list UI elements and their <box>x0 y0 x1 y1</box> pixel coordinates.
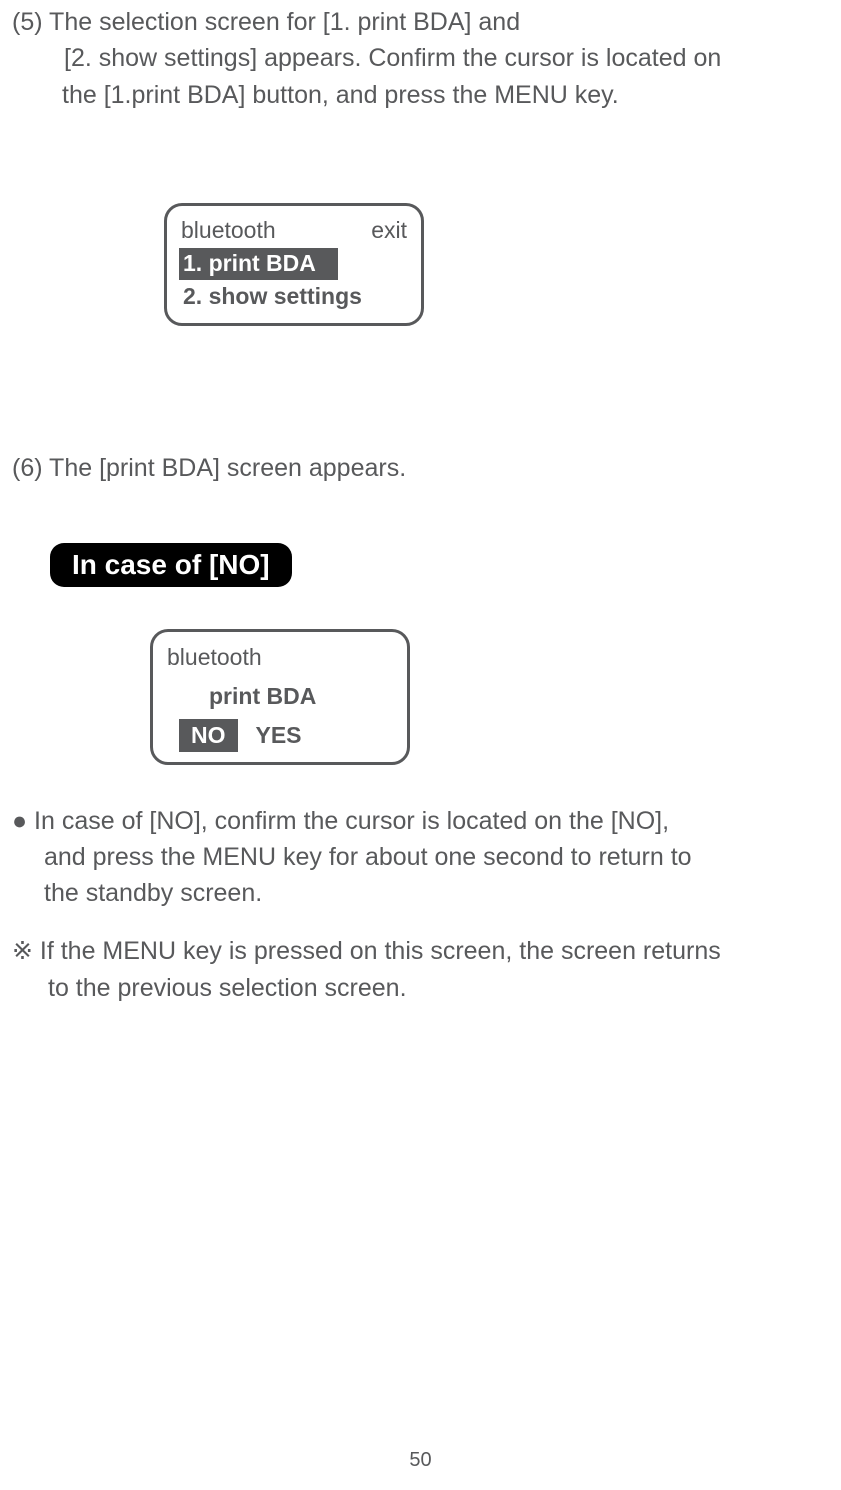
screen2-print-bda: print BDA <box>167 681 393 712</box>
bluetooth-selection-screen: bluetooth exit 1. print BDA 2. show sett… <box>164 203 424 327</box>
screen1-header: bluetooth exit <box>181 216 407 246</box>
step5-line1: (5) The selection screen for [1. print B… <box>12 4 829 40</box>
no-button-selected: NO <box>179 719 238 752</box>
bullet-paragraph: ● In case of [NO], confirm the cursor is… <box>12 803 829 912</box>
print-bda-screen: bluetooth print BDA NO YES <box>150 629 410 764</box>
step6-text: (6) The [print BDA] screen appears. <box>12 454 406 482</box>
step-5-paragraph: (5) The selection screen for [1. print B… <box>12 4 829 113</box>
bullet-line2: and press the MENU key for about one sec… <box>12 839 829 875</box>
in-case-of-no-label: In case of [NO] <box>50 543 292 587</box>
page-number: 50 <box>0 1449 841 1472</box>
yes-button: YES <box>256 720 302 751</box>
screen1-print-bda-selected: 1. print BDA <box>179 248 338 280</box>
bullet-line3: the standby screen. <box>12 875 829 911</box>
step-6-paragraph: (6) The [print BDA] screen appears. <box>12 454 829 483</box>
note-line1: ※ If the MENU key is pressed on this scr… <box>12 933 829 969</box>
no-yes-row: NO YES <box>167 719 393 752</box>
screen1-show-settings: 2. show settings <box>181 282 407 312</box>
screen2-title: bluetooth <box>167 642 393 673</box>
note-paragraph: ※ If the MENU key is pressed on this scr… <box>12 933 829 1006</box>
step5-line2: [2. show settings] appears. Confirm the … <box>12 40 829 76</box>
note-line2: to the previous selection screen. <box>12 970 829 1006</box>
bullet-line1: ● In case of [NO], confirm the cursor is… <box>12 803 829 839</box>
step5-line3: the [1.print BDA] button, and press the … <box>12 77 829 113</box>
screen1-exit: exit <box>371 216 407 246</box>
screen1-title: bluetooth <box>181 216 276 246</box>
